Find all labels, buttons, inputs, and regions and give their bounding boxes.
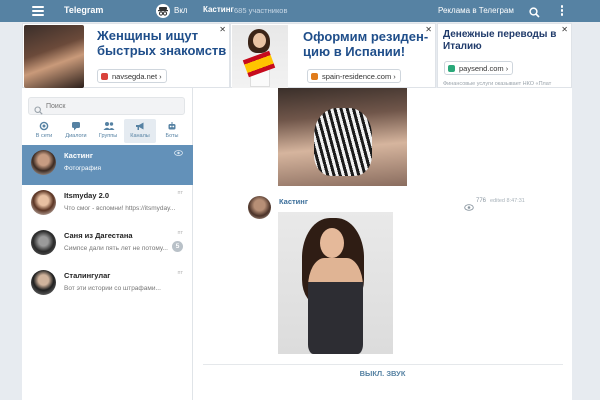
ad-link-text: spain-residence.com [322, 72, 392, 81]
dialog-name: Кастинг [64, 151, 93, 160]
dialog-name: Саня из Дагестана [64, 231, 133, 240]
mute-button[interactable]: ВЫКЛ. ЗВУК [193, 366, 572, 378]
ad-photo [24, 25, 84, 88]
dialog-item-stalingulag[interactable]: Сталингулаг Вот эти истории со штрафами.… [22, 265, 193, 305]
avatar [31, 150, 56, 175]
ad-banner-paysend[interactable]: Денежные переводы в Италию paysend.com ›… [437, 23, 572, 88]
dialog-time: пт [177, 230, 184, 236]
app-title: Telegram [64, 5, 104, 15]
megaphone-icon [135, 121, 145, 131]
ad-disclaimer: Финансовые услуги оказывает НКО «Плат [443, 81, 552, 87]
ad-banner-dating[interactable]: Женщины ищут быстрых знакомств navsegda.… [22, 23, 230, 88]
message-photo[interactable] [278, 212, 393, 354]
ad-person-face [253, 33, 266, 48]
member-count: 685 участников [234, 6, 288, 15]
photo-body [308, 258, 363, 354]
site-favicon-icon [311, 73, 318, 80]
ad-link-button[interactable]: navsegda.net › [97, 69, 167, 83]
dialog-item-itsmyday[interactable]: Itsmyday 2.0 Что смог - вспомни! https:/… [22, 185, 193, 225]
search-box[interactable] [28, 97, 185, 115]
bot-icon [167, 121, 177, 131]
channel-title[interactable]: Кастинг [203, 5, 234, 14]
view-count: 776 [476, 198, 487, 204]
incognito-icon[interactable] [156, 4, 170, 18]
tab-label: Диалоги [65, 133, 87, 139]
search-input[interactable] [46, 100, 176, 113]
close-icon[interactable]: ✕ [219, 25, 226, 34]
ad-link-button[interactable]: spain-residence.com › [307, 69, 401, 83]
photo-face [320, 228, 344, 258]
unread-badge: 5 [172, 241, 183, 252]
spain-flag-icon [242, 50, 276, 78]
dialog-name: Itsmyday 2.0 [64, 191, 110, 200]
ad-headline: Женщины ищут быстрых знакомств [97, 28, 227, 58]
close-icon[interactable]: ✕ [561, 25, 568, 34]
close-icon[interactable]: ✕ [425, 25, 432, 34]
dialog-item-sanya[interactable]: Саня из Дагестана Симпсе дали пять лет н… [22, 225, 193, 265]
ad-link-button[interactable]: paysend.com › [444, 61, 514, 75]
tab-bots[interactable]: Боты [156, 119, 188, 143]
tab-dialogs[interactable]: Диалоги [60, 119, 92, 143]
online-icon [39, 121, 49, 131]
chat-bubble-icon [71, 121, 81, 131]
dialog-preview: Фотография [64, 165, 102, 172]
site-favicon-icon [448, 65, 455, 72]
dialogs-sidebar: В сети Диалоги Группы Каналы Боты Кастин… [22, 88, 193, 400]
dialog-item-casting[interactable]: Кастинг Фотография [22, 145, 193, 185]
avatar [31, 270, 56, 295]
dialog-time: пт [177, 270, 184, 276]
avatar [31, 230, 56, 255]
channel-eye-icon [174, 150, 183, 158]
dialog-list: Кастинг Фотография Itsmyday 2.0 Что смог… [22, 145, 193, 305]
search-icon [34, 102, 43, 115]
ad-link-text: navsegda.net [112, 72, 158, 81]
dialog-time: пт [177, 190, 184, 196]
message-author-avatar[interactable] [248, 196, 271, 219]
views-eye-icon [464, 198, 474, 211]
dialog-filter-tabs: В сети Диалоги Группы Каналы Боты [28, 119, 188, 143]
tab-label: Боты [165, 133, 179, 139]
ads-link[interactable]: Реклама в Телеграм [438, 6, 514, 15]
menu-icon[interactable] [32, 6, 44, 16]
tab-channels[interactable]: Каналы [124, 119, 156, 143]
tab-label: Группы [98, 133, 118, 139]
ad-link-text: paysend.com [459, 64, 504, 73]
search-icon[interactable] [529, 5, 540, 18]
divider [203, 364, 563, 365]
incognito-label[interactable]: Вкл [174, 6, 188, 15]
dialog-name: Сталингулаг [64, 271, 111, 280]
ad-photo [232, 25, 288, 88]
dialog-preview: Вот эти истории со штрафами... [64, 285, 161, 292]
edited-timestamp: edited 8:47:31 [490, 198, 525, 204]
tab-groups[interactable]: Группы [92, 119, 124, 143]
tab-label: Каналы [130, 133, 150, 139]
photo-swimsuit [314, 108, 372, 176]
message-author[interactable]: Кастинг [279, 197, 308, 206]
dialog-preview: Симпсе дали пять лет не потому... [64, 245, 168, 252]
tab-label: В сети [35, 133, 53, 139]
page-background [572, 88, 600, 400]
avatar [31, 190, 56, 215]
ad-headline: Денежные переводы в Италию [443, 29, 557, 52]
ad-headline: Оформим резиден-цию в Испании! [303, 29, 429, 59]
group-icon [103, 121, 115, 131]
top-bar: Telegram Вкл Кастинг 685 участников Рекл… [0, 0, 600, 22]
dialog-preview: Что смог - вспомни! https://itsmyday... [64, 205, 176, 212]
more-options-icon[interactable] [560, 5, 564, 17]
tab-online[interactable]: В сети [28, 119, 60, 143]
site-favicon-icon [101, 73, 108, 80]
ad-banner-spain[interactable]: Оформим резиден-цию в Испании! spain-res… [230, 23, 436, 88]
chat-panel: Кастинг 776 edited 8:47:31 ВЫКЛ. ЗВУК [193, 88, 572, 400]
message-photo[interactable] [278, 88, 407, 186]
